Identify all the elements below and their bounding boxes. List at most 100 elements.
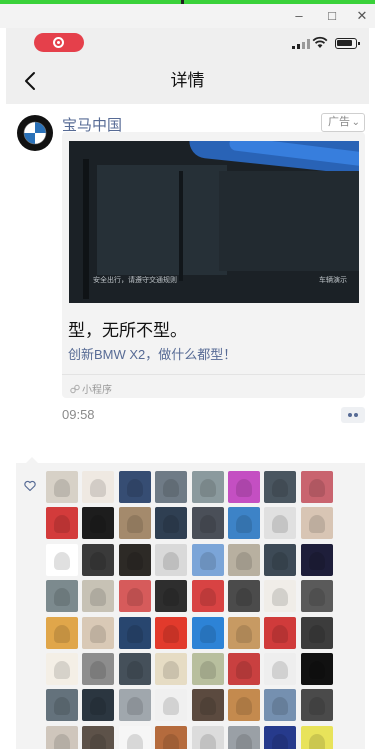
liker-avatar[interactable] (155, 689, 188, 722)
minimize-button[interactable]: – (291, 8, 307, 24)
liker-avatar[interactable] (191, 653, 224, 685)
liker-avatar[interactable] (118, 616, 151, 649)
liker-avatar[interactable] (155, 653, 188, 685)
liker-avatar[interactable] (82, 543, 115, 576)
record-icon (53, 37, 64, 48)
status-bar (6, 28, 369, 58)
avatar-shading (163, 479, 180, 497)
avatar-shading (126, 624, 143, 643)
avatar-shading (199, 661, 216, 679)
maximize-button[interactable]: □ (324, 8, 340, 24)
liker-avatar[interactable] (46, 543, 78, 576)
ad-label-dropdown[interactable]: 广告 ⌄ (321, 113, 365, 132)
liker-avatar[interactable] (155, 580, 188, 613)
liker-avatar[interactable] (228, 471, 260, 503)
liker-avatar[interactable] (118, 507, 151, 540)
liker-avatar[interactable] (82, 689, 115, 722)
liker-avatar[interactable] (264, 543, 297, 576)
liker-avatar[interactable] (228, 653, 260, 685)
liker-avatar[interactable] (191, 543, 224, 576)
ad-subline: 创新BMW X2，做什么都型！ (68, 347, 237, 362)
liker-avatar[interactable] (228, 689, 260, 722)
avatar-shading (90, 515, 107, 534)
liker-avatar[interactable] (264, 725, 297, 749)
liker-avatar[interactable] (46, 616, 78, 649)
liker-avatar[interactable] (228, 543, 260, 576)
mini-program-link[interactable]: 小程序 (70, 381, 112, 396)
bmw-logo-icon[interactable] (16, 114, 54, 152)
liker-avatar[interactable] (118, 543, 151, 576)
liker-avatar[interactable] (228, 725, 260, 749)
liker-avatar[interactable] (155, 725, 188, 749)
liker-avatar[interactable] (118, 653, 151, 685)
liker-avatar[interactable] (191, 580, 224, 613)
liker-avatar[interactable] (300, 725, 333, 749)
avatar-shading (163, 551, 180, 570)
liker-avatar[interactable] (264, 580, 297, 613)
liker-avatar[interactable] (264, 616, 297, 649)
liker-avatar[interactable] (264, 471, 297, 503)
liker-avatar[interactable] (300, 543, 333, 576)
liker-avatar[interactable] (82, 653, 115, 685)
liker-avatar[interactable] (264, 689, 297, 722)
avatar-shading (54, 479, 70, 497)
ad-card[interactable]: 安全出行，请遵守交通规则 车辆演示 型，无所不型。 创新BMW X2，做什么都型… (62, 132, 365, 398)
avatar-shading (90, 661, 107, 679)
liker-avatar[interactable] (300, 616, 333, 649)
avatar-shading (90, 551, 107, 570)
liker-avatar[interactable] (82, 471, 115, 503)
liker-avatar[interactable] (300, 580, 333, 613)
liker-avatar[interactable] (300, 471, 333, 503)
liker-avatar[interactable] (82, 580, 115, 613)
liker-avatar[interactable] (191, 725, 224, 749)
liker-avatar[interactable] (118, 725, 151, 749)
liker-avatar[interactable] (228, 616, 260, 649)
more-actions-button[interactable] (341, 407, 365, 423)
window-title-bar: – □ ✕ (0, 4, 375, 28)
avatar-shading (199, 588, 216, 607)
close-button[interactable]: ✕ (354, 8, 370, 24)
liker-avatar[interactable] (155, 471, 188, 503)
liker-avatar[interactable] (118, 580, 151, 613)
liker-avatar[interactable] (300, 689, 333, 722)
liker-avatar[interactable] (228, 507, 260, 540)
liker-avatar[interactable] (46, 507, 78, 540)
liker-avatar[interactable] (46, 725, 78, 749)
more-dot-icon (354, 413, 358, 417)
liker-avatar[interactable] (155, 507, 188, 540)
liker-avatar[interactable] (228, 580, 260, 613)
liker-avatar[interactable] (191, 507, 224, 540)
liker-avatar[interactable] (264, 507, 297, 540)
avatar-shading (308, 551, 325, 570)
avatar-shading (236, 733, 252, 749)
avatar-shading (54, 661, 70, 679)
avatar-shading (90, 479, 107, 497)
liker-avatar[interactable] (46, 471, 78, 503)
liker-avatar[interactable] (46, 580, 78, 613)
liker-avatar[interactable] (155, 543, 188, 576)
video-window-left (97, 165, 227, 275)
liker-avatar[interactable] (46, 689, 78, 722)
avatar-shading (90, 624, 107, 643)
liker-avatar[interactable] (46, 653, 78, 685)
liker-avatar[interactable] (155, 616, 188, 649)
liker-avatar[interactable] (191, 471, 224, 503)
screen-recording-indicator[interactable] (34, 33, 84, 52)
liker-avatar[interactable] (264, 653, 297, 685)
liker-avatar[interactable] (191, 689, 224, 722)
avatar-shading (199, 479, 216, 497)
liker-avatar[interactable] (82, 616, 115, 649)
avatar-shading (54, 733, 70, 749)
liker-avatar[interactable] (82, 725, 115, 749)
ad-video[interactable]: 安全出行，请遵守交通规则 车辆演示 (69, 141, 359, 303)
liker-avatar[interactable] (82, 507, 115, 540)
liker-avatar[interactable] (118, 689, 151, 722)
liker-avatar[interactable] (300, 507, 333, 540)
liker-avatar[interactable] (118, 471, 151, 503)
avatar-shading (272, 588, 289, 607)
card-divider (62, 374, 365, 375)
liker-avatar[interactable] (191, 616, 224, 649)
nav-bar: 详情 (6, 58, 369, 104)
phone-screen: 详情 宝马中国 广告 ⌄ 安全出行，请遵守交通规则 车辆演示 型，无所不型。 创… (6, 28, 369, 749)
liker-avatar[interactable] (300, 653, 333, 685)
